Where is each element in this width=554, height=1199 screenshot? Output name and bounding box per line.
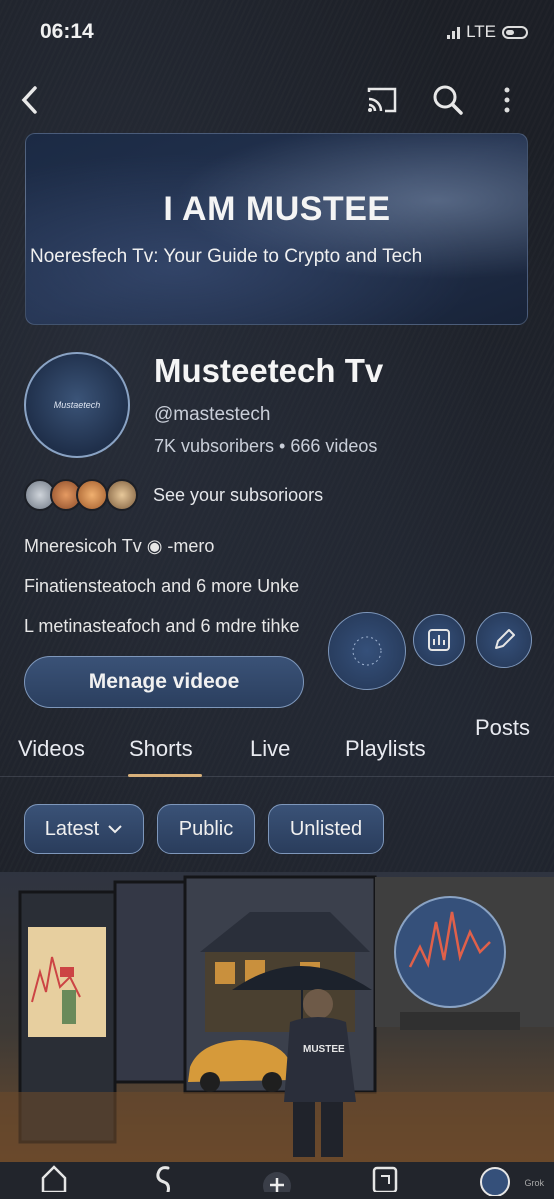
- sparkle-icon: [352, 636, 382, 666]
- avatar: [106, 479, 138, 511]
- active-tab-indicator: [128, 774, 202, 777]
- filter-unlisted[interactable]: Unlisted: [268, 804, 384, 854]
- jacket-text: MUSTEE: [303, 1044, 345, 1055]
- back-arrow-icon[interactable]: [10, 80, 50, 120]
- search-icon[interactable]: [428, 80, 468, 120]
- filter-public[interactable]: Public: [157, 804, 255, 854]
- collab-line-2[interactable]: Finatiensteatoch and 6 more Unke: [24, 576, 299, 597]
- signal-icon: [447, 25, 461, 39]
- channel-stats: 7K vubsoribers • 666 videos: [154, 436, 378, 456]
- avatar-logo-text: Mustaetech: [53, 400, 101, 410]
- banner-title: I AM MUSTEE: [163, 190, 391, 228]
- tab-live[interactable]: Live: [250, 736, 290, 762]
- thumbnail-illustration: MUSTEE: [0, 875, 554, 1162]
- channel-avatar[interactable]: Mustaetech: [24, 352, 130, 458]
- cast-icon[interactable]: [362, 80, 402, 120]
- collab-line-3[interactable]: L metinasteafoch and 6 mdre tihke: [24, 616, 300, 637]
- manage-videos-button[interactable]: Menage videoe: [24, 656, 304, 708]
- tab-divider: [0, 776, 554, 777]
- tab-playlists[interactable]: Playlists: [345, 736, 426, 762]
- shorts-icon[interactable]: [145, 1162, 185, 1199]
- avatar: [76, 479, 108, 511]
- tab-posts[interactable]: Posts: [475, 715, 530, 741]
- analytics-button[interactable]: [413, 614, 465, 666]
- network-type: LTE: [466, 22, 496, 41]
- profile-avatar-icon[interactable]: [475, 1162, 515, 1199]
- status-time: 06:14: [40, 20, 94, 43]
- channel-name: Musteetech Tv: [154, 352, 384, 389]
- pencil-icon: [495, 629, 515, 649]
- edit-button[interactable]: [476, 612, 532, 668]
- home-icon[interactable]: [34, 1162, 74, 1199]
- status-indicators: LTE: [447, 22, 528, 42]
- filter-latest[interactable]: Latest: [24, 804, 144, 854]
- channel-edit-avatar-button[interactable]: [328, 612, 406, 690]
- chevron-down-icon: [108, 825, 122, 834]
- filter-latest-label: Latest: [44, 817, 100, 840]
- see-subscribers-link[interactable]: See your subsorioors: [153, 485, 323, 506]
- channel-handle: @mastestech: [154, 404, 271, 425]
- collab-line-1[interactable]: Mneresicoh Tv ◉ -mero: [24, 536, 214, 557]
- tab-shorts[interactable]: Shorts: [129, 736, 193, 762]
- channel-banner: [25, 133, 528, 325]
- watermark: Grok: [524, 1178, 544, 1188]
- battery-icon: [502, 25, 528, 39]
- subscriptions-icon[interactable]: [365, 1162, 405, 1199]
- video-thumbnail[interactable]: MUSTEE: [0, 872, 554, 1162]
- banner-subtitle: Noeresfech Tv: Your Guide to Crypto and …: [30, 246, 423, 267]
- analytics-icon: [428, 629, 450, 651]
- tab-videos[interactable]: Videos: [18, 736, 85, 762]
- create-icon[interactable]: [257, 1162, 297, 1199]
- more-options-icon[interactable]: [492, 80, 522, 120]
